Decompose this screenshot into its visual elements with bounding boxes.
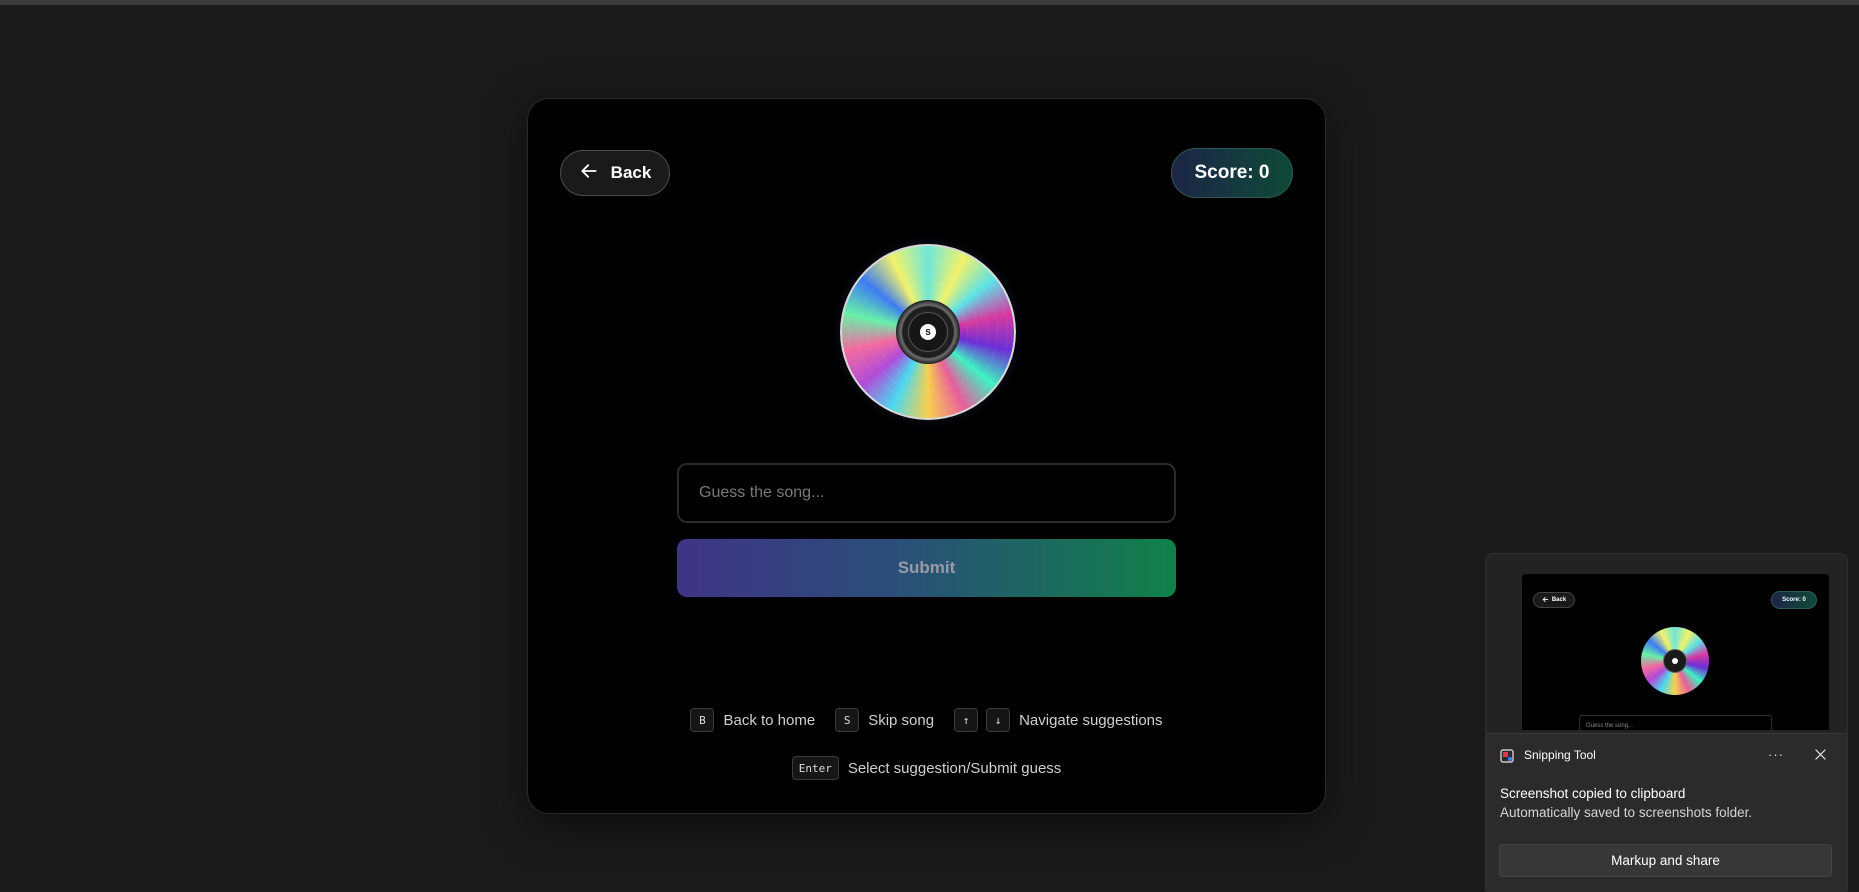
- cd-disc-icon: S: [840, 244, 1016, 420]
- game-card: Back Score: 0 S Submit B Back to home S …: [527, 98, 1326, 814]
- shortcuts-row: B Back to home S Skip song ↑ ↓ Navigate …: [528, 708, 1325, 732]
- shortcuts-row-enter: Enter Select suggestion/Submit guess: [528, 756, 1325, 780]
- shortcut-skip-label: Skip song: [868, 711, 935, 729]
- shortcut-navigate-label: Navigate suggestions: [1019, 711, 1163, 729]
- submit-button[interactable]: Submit: [677, 539, 1176, 597]
- thumbnail-score-badge: Score: 0: [1771, 591, 1817, 609]
- shortcut-back-label: Back to home: [723, 711, 816, 729]
- kbd-arrow-down: ↓: [986, 708, 1011, 732]
- close-icon[interactable]: [1810, 744, 1830, 764]
- thumbnail-guess-input: Guess the song...: [1579, 715, 1772, 730]
- score-badge: Score: 0: [1171, 148, 1293, 198]
- back-button-label: Back: [610, 163, 652, 182]
- notification-card: Snipping Tool ··· Screenshot copied to c…: [1486, 733, 1847, 892]
- thumbnail-back-button: Back: [1533, 592, 1575, 608]
- screenshot-thumbnail[interactable]: Back Score: 0 Guess the song...: [1522, 574, 1829, 730]
- more-horizontal-icon[interactable]: ···: [1766, 744, 1786, 764]
- markup-and-share-button[interactable]: Markup and share: [1499, 844, 1832, 877]
- kbd-arrow-up: ↑: [954, 708, 979, 732]
- thumbnail-back-label: Back: [1551, 597, 1567, 603]
- notification-message: Screenshot copied to clipboard: [1500, 786, 1686, 801]
- back-button[interactable]: Back: [560, 150, 670, 196]
- arrow-left-icon: [579, 161, 599, 186]
- arrow-left-icon: [1542, 596, 1549, 605]
- kbd-enter: Enter: [791, 756, 839, 780]
- notification-app-name: Snipping Tool: [1524, 748, 1596, 762]
- snipping-tool-icon: [1500, 749, 1514, 763]
- window-top-bar: [0, 0, 1859, 5]
- thumbnail-disc: [1641, 627, 1709, 695]
- shortcut-enter-label: Select suggestion/Submit guess: [847, 759, 1062, 777]
- thumbnail-disc-center: [1672, 658, 1678, 664]
- disc-center-label: S: [920, 324, 936, 340]
- guess-input[interactable]: [677, 463, 1176, 523]
- kbd-skip: S: [835, 708, 860, 732]
- kbd-back: B: [690, 708, 715, 732]
- snipping-tool-notification: Back Score: 0 Guess the song... Snipping…: [1485, 553, 1848, 892]
- notification-sub-message: Automatically saved to screenshots folde…: [1500, 805, 1753, 820]
